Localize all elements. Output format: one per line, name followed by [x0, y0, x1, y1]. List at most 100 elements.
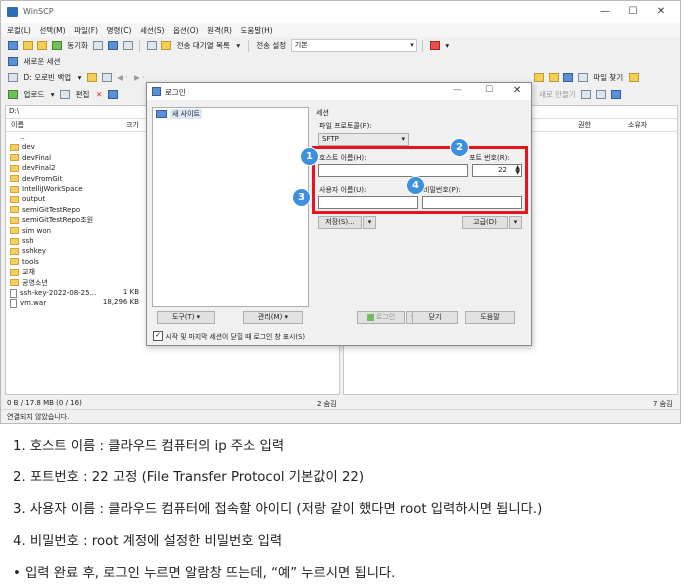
select-icon[interactable]	[610, 90, 621, 99]
drive-select[interactable]: D: 오로빈 백업	[24, 72, 72, 83]
properties-icon[interactable]	[107, 90, 118, 99]
new-site-item[interactable]: 새 사이트	[170, 109, 202, 119]
file-row[interactable]: 교재	[10, 267, 35, 278]
preferences-icon[interactable]	[146, 41, 157, 50]
col-size[interactable]: 크기	[126, 120, 139, 130]
file-row[interactable]: ..	[10, 132, 24, 143]
file-row[interactable]: devFinal	[10, 153, 51, 164]
menu-remote[interactable]: 원격(R)	[207, 25, 232, 36]
close-dialog-button[interactable]: 닫기	[412, 311, 458, 324]
queue-label[interactable]: 전송 대기열 목록	[177, 40, 230, 51]
console-icon[interactable]	[93, 41, 104, 50]
checkbox-checked-icon[interactable]: ✓	[153, 331, 163, 341]
file-name: devFinal	[22, 153, 52, 162]
menu-bar: 로컬(L) 선택(M) 파일(F) 명령(C) 세션(S) 옵션(O) 원격(R…	[1, 23, 680, 37]
folder-icon	[10, 279, 19, 287]
queue-icon[interactable]	[161, 41, 172, 50]
col-rights[interactable]: 권한	[578, 120, 591, 130]
chevron-down-icon: ▾	[410, 41, 414, 49]
compare-icon[interactable]	[122, 41, 133, 50]
dialog-maximize-button[interactable]: ☐	[485, 85, 493, 95]
advanced-dropdown-button[interactable]: ▾	[509, 216, 522, 229]
chevron-down-icon[interactable]: ▾	[51, 90, 55, 99]
badge-3: 3	[292, 188, 311, 207]
file-name: devFinal2	[22, 164, 56, 173]
file-row[interactable]: vm.war	[10, 298, 46, 309]
maximize-button[interactable]: ☐	[620, 3, 646, 21]
badge-2: 2	[450, 138, 469, 157]
upload-icon[interactable]	[8, 90, 18, 99]
menu-help[interactable]: 도움말(H)	[241, 25, 273, 36]
file-name: IntelliJWorkSpace	[22, 185, 83, 193]
menu-session[interactable]: 세션(S)	[140, 25, 164, 36]
chevron-down-icon[interactable]: ▾	[445, 41, 449, 50]
menu-options[interactable]: 옵션(O)	[173, 25, 199, 36]
manage-button[interactable]: 관리(M) ▾	[243, 311, 303, 324]
edit-button[interactable]: 편집	[76, 89, 90, 100]
file-row[interactable]: devFromGit	[10, 174, 62, 185]
edit-icon[interactable]	[60, 90, 71, 99]
advanced-button[interactable]: 고급(D)	[462, 216, 508, 229]
file-row[interactable]: semiGitTestRepo조원	[10, 215, 93, 226]
file-row[interactable]: 공영소년	[10, 278, 48, 289]
tools-button[interactable]: 도구(T) ▾	[157, 311, 215, 324]
new-site-icon	[156, 110, 167, 118]
upload-button[interactable]: 업로드	[24, 89, 45, 100]
file-row[interactable]: sim won	[10, 226, 51, 237]
file-row[interactable]: semiGitTestRepo	[10, 205, 80, 216]
save-dropdown-button[interactable]: ▾	[363, 216, 376, 229]
find-files-button[interactable]: 파일 찾기	[593, 72, 623, 83]
file-row[interactable]: dev	[10, 142, 35, 153]
file-row[interactable]: ssh	[10, 236, 34, 247]
sync-label[interactable]: 동기화	[67, 40, 88, 51]
remote-folder-icon[interactable]	[548, 73, 559, 82]
dialog-minimize-button[interactable]: —	[453, 85, 462, 95]
add-icon[interactable]	[8, 41, 18, 50]
delete-icon[interactable]: ✕	[96, 90, 102, 99]
sync-browse-icon[interactable]	[37, 41, 48, 50]
remote-home-icon[interactable]	[563, 73, 574, 82]
minimize-button[interactable]: —	[592, 3, 618, 21]
chevron-down-icon[interactable]: ▾	[78, 73, 82, 82]
back-icon[interactable]: ◀ ·	[117, 73, 128, 82]
explorer-icon[interactable]	[22, 41, 33, 50]
remote-open-icon[interactable]	[534, 73, 544, 82]
note-item: 1. 호스트 이름 : 클라우드 컴퓨터의 ip 주소 입력	[13, 439, 285, 454]
queue-dropdown-icon[interactable]: ▾	[236, 41, 240, 50]
col-owner[interactable]: 소유자	[628, 120, 647, 130]
new-session-icon[interactable]	[8, 57, 18, 66]
minus-icon[interactable]	[595, 90, 606, 99]
menu-files[interactable]: 파일(F)	[74, 25, 98, 36]
file-row[interactable]: output	[10, 194, 45, 205]
file-row[interactable]: IntelliJWorkSpace	[10, 184, 83, 195]
new-session-tab[interactable]: 새로운 세션	[24, 56, 61, 67]
sync-icon[interactable]	[51, 41, 62, 50]
remote-new-button[interactable]: 새로 만들기	[539, 89, 576, 100]
menu-commands[interactable]: 명령(C)	[107, 25, 132, 36]
menu-mark[interactable]: 선택(M)	[39, 25, 65, 36]
filter-icon[interactable]	[101, 73, 112, 82]
remote-extra-icon[interactable]	[628, 73, 639, 82]
file-row[interactable]: tools	[10, 257, 39, 268]
remote-refresh-icon[interactable]	[577, 73, 588, 82]
dialog-close-button[interactable]: ✕	[513, 85, 521, 96]
save-button[interactable]: 저장(S)...	[318, 216, 362, 229]
transfer-options-icon[interactable]	[429, 41, 440, 50]
file-size: 18,296 KB	[102, 298, 139, 307]
show-login-checkbox-row[interactable]: ✓ 시작 및 마지막 세션이 닫힐 때 로그인 창 표시(S)	[153, 331, 305, 341]
open-folder-icon[interactable]	[86, 73, 97, 82]
help-button[interactable]: 도움말	[465, 311, 515, 324]
transfer-settings-select[interactable]: 기본 ▾	[290, 39, 417, 52]
close-button[interactable]: ✕	[648, 3, 674, 21]
file-row[interactable]: devFinal2	[10, 163, 55, 174]
file-row[interactable]: ssh-key-2022-08-25...	[10, 288, 96, 299]
menu-local[interactable]: 로컬(L)	[7, 25, 31, 36]
file-row[interactable]: sshkey	[10, 246, 46, 257]
forward-icon[interactable]: ▶ ·	[134, 73, 145, 82]
col-name[interactable]: 이름	[11, 120, 24, 130]
site-tree[interactable]: 새 사이트	[152, 107, 309, 307]
login-button[interactable]: 로그인	[357, 311, 405, 324]
protocol-select[interactable]: SFTP ▾	[318, 133, 409, 146]
terminal-icon[interactable]	[107, 41, 118, 50]
plus-icon[interactable]	[581, 90, 592, 99]
